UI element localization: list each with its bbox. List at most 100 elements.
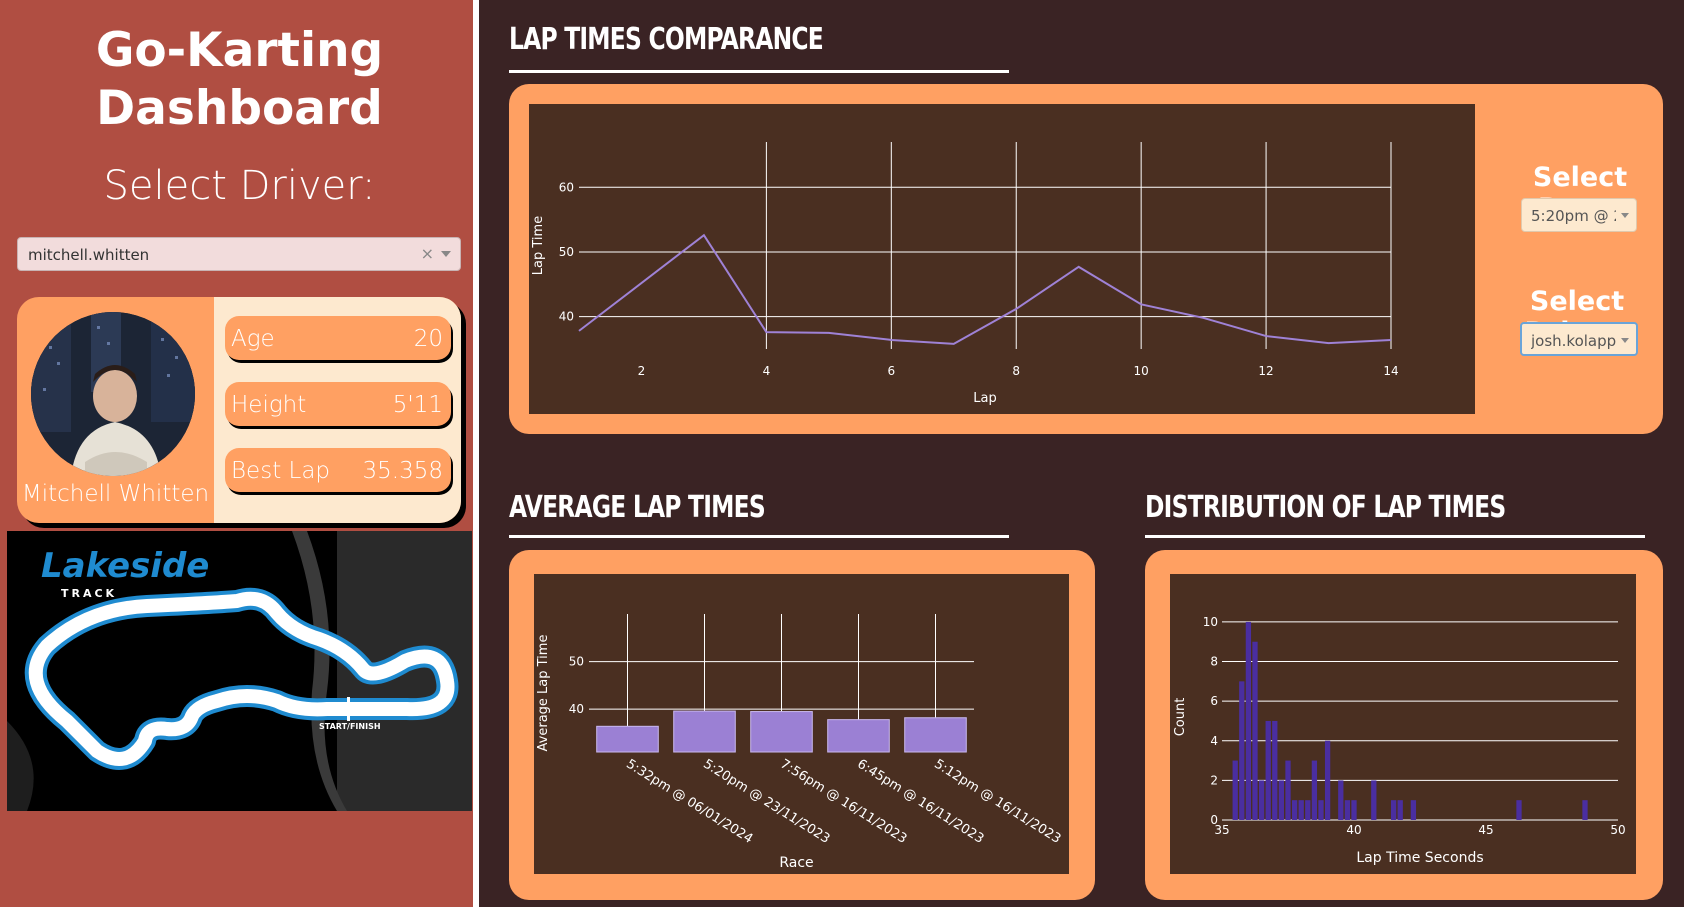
histogram-bar: [1272, 720, 1278, 820]
histogram-bar: [1291, 800, 1298, 820]
y-axis-label: Average Lap Time: [536, 635, 551, 752]
histogram-bar: [1298, 800, 1304, 820]
y-tick-label: 50: [559, 245, 574, 259]
stat-age: Age 20: [225, 316, 451, 360]
driver-select[interactable]: mitchell.whitten ×: [17, 237, 461, 271]
distribution-histogram: 0 2 4 6 8 10 35 40 45 50 Lap Time Seconds Count: [1170, 574, 1636, 874]
x-axis-label: Lap Time Seconds: [1356, 850, 1483, 866]
track-logo-subtitle: TRACK: [61, 587, 117, 600]
stat-label: Best Lap: [231, 458, 331, 484]
y-tick-label: 2: [1210, 773, 1218, 787]
x-axis-label: Race: [779, 855, 813, 871]
y-tick-label: 10: [1203, 615, 1218, 629]
histogram-bar: [1285, 760, 1291, 820]
driver-profile-card: Mitchell Whitten Age 20 Height 5'11 Best…: [17, 297, 461, 523]
x-tick-label: 7:56pm @ 16/11/2023: [777, 757, 909, 847]
histogram-bar: [1252, 641, 1258, 820]
histogram-bar: [1305, 800, 1311, 820]
y-tick-label: 4: [1210, 734, 1218, 748]
compare-driver-select-value: josh.kolapp: [1531, 332, 1616, 350]
x-tick-label: 2: [638, 364, 646, 378]
histogram-bar: [1397, 800, 1403, 820]
y-axis-label: Lap Time: [531, 216, 546, 275]
histogram-bar: [1318, 800, 1324, 820]
chevron-down-icon[interactable]: [1621, 338, 1629, 343]
histogram-bar: [1338, 780, 1344, 820]
histogram-bar: [1278, 780, 1285, 820]
average-lap-times-panel: 40 50 5:32pm @ 06/01/2024 5:20pm @ 23/11/20…: [509, 550, 1095, 900]
stat-height: Height 5'11: [225, 382, 451, 426]
lap-comparison-title: LAP TIMES COMPARANCE: [509, 22, 824, 57]
histogram-bar: [1390, 800, 1397, 820]
driver-name: Mitchell Whitten: [21, 481, 210, 507]
x-tick-label: 40: [1346, 823, 1361, 837]
x-tick-label: 8: [1012, 364, 1020, 378]
histogram-bar: [1371, 780, 1377, 820]
bar: [904, 717, 967, 753]
distribution-histogram-svg: 024681035 40 45 50Lap Time SecondsCount: [1173, 615, 1626, 866]
y-tick-label: 40: [569, 702, 584, 716]
x-tick-label: 50: [1610, 823, 1625, 837]
x-axis-label: Lap: [973, 391, 996, 406]
average-bar-chart-svg: 40 50 5:32pm @ 06/01/20245:20pm @ 23/11/20…: [536, 614, 1063, 871]
stat-value: 35.358: [362, 458, 443, 484]
distribution-panel: 0 2 4 6 8 10 35 40 45 50 Lap Time Seconds Count: [1145, 550, 1663, 900]
race-select[interactable]: 5:20pm @ 23/11/2023: [1521, 198, 1637, 232]
divider: [1145, 535, 1645, 538]
bar: [596, 725, 659, 753]
average-lap-times-title: AVERAGE LAP TIMES: [509, 490, 766, 525]
x-tick-label: 5:32pm @ 06/01/2024: [623, 757, 755, 847]
compare-driver-select[interactable]: josh.kolapp: [1520, 322, 1638, 356]
x-tick-label: 10: [1134, 364, 1149, 378]
histogram-bar: [1245, 621, 1252, 820]
start-finish-label: START/FINISH: [319, 722, 381, 731]
sidebar: Go-Karting Dashboard Select Driver: mitc…: [0, 0, 479, 907]
race-select-value: 5:20pm @ 23/11/2023: [1531, 207, 1616, 225]
avatar: [31, 312, 195, 476]
divider: [509, 535, 1009, 538]
y-tick-label: 40: [559, 310, 574, 324]
x-tick-label: 35: [1214, 823, 1229, 837]
lap-time-series-line: [578, 233, 1392, 345]
y-tick-label: 8: [1210, 655, 1218, 669]
x-tick-label: 45: [1478, 823, 1493, 837]
y-tick-label: 50: [569, 655, 584, 669]
track-map-image: Lakeside TRACK START/FINISH: [7, 531, 472, 811]
x-tick-label: 5:20pm @ 23/11/2023: [700, 757, 832, 847]
y-tick-label: 6: [1210, 694, 1218, 708]
histogram-bar: [1232, 760, 1238, 820]
stat-best-lap: Best Lap 35.358: [225, 448, 451, 492]
histogram-bar: [1258, 780, 1265, 820]
driver-select-value: mitchell.whitten: [28, 246, 150, 264]
x-tick-label: 6:45pm @ 16/11/2023: [854, 757, 986, 847]
bar: [827, 719, 890, 753]
histogram-bar: [1324, 740, 1331, 820]
select-driver-heading: Select Driver:: [103, 163, 376, 209]
y-axis-label: Count: [1173, 698, 1188, 737]
x-tick-label: 5:12pm @ 16/11/2023: [931, 757, 1063, 847]
histogram-bar: [1239, 681, 1245, 820]
clear-icon[interactable]: ×: [421, 244, 434, 263]
histogram-bar: [1410, 800, 1417, 820]
track-logo-text: Lakeside: [41, 546, 209, 586]
start-finish-line: [347, 697, 350, 721]
x-tick-label: 14: [1383, 364, 1398, 378]
histogram-bar: [1311, 760, 1318, 820]
histogram-bar: [1351, 800, 1357, 820]
stat-value: 5'11: [392, 392, 443, 418]
lap-comparison-panel: 2468101214405060LapLap Time Select Race:…: [509, 84, 1663, 434]
chevron-down-icon[interactable]: [1621, 213, 1629, 218]
histogram-bar: [1344, 800, 1351, 820]
x-tick-label: 6: [887, 364, 895, 378]
y-tick-label: 60: [559, 180, 574, 194]
stat-label: Age: [231, 326, 275, 352]
distribution-title: DISTRIBUTION OF LAP TIMES: [1145, 490, 1506, 525]
lap-line-chart-svg: 2 4 6 8 10 12 14 40 50 60 Lap Lap Time: [531, 142, 1399, 406]
stat-label: Height: [231, 392, 307, 418]
histogram-bar: [1265, 720, 1271, 820]
stat-value: 20: [413, 326, 443, 352]
histogram-bar: [1516, 800, 1522, 820]
chevron-down-icon[interactable]: [441, 251, 451, 257]
histogram-bar: [1582, 800, 1588, 820]
divider: [509, 70, 1009, 73]
